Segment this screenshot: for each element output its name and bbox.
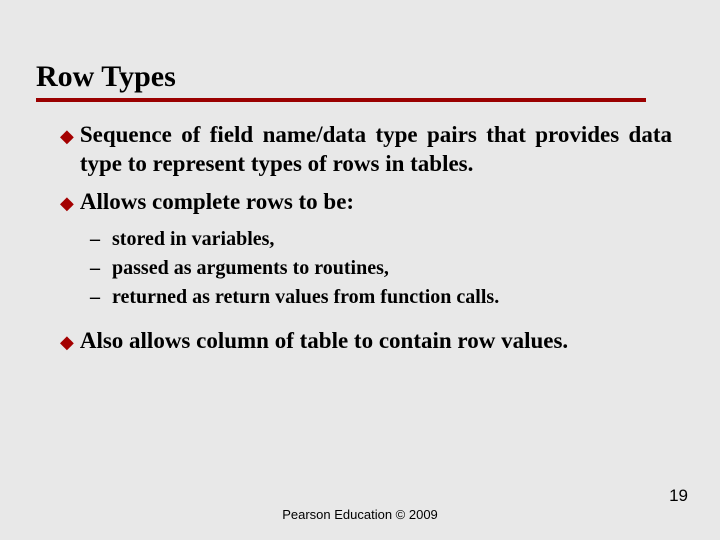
bullet-text: Sequence of field name/data type pairs t… — [80, 120, 672, 179]
content-area: ◆ Sequence of field name/data type pairs… — [60, 120, 672, 356]
bullet-diamond-icon: ◆ — [60, 189, 74, 217]
sub-bullet-item: – stored in variables, — [90, 225, 672, 254]
bullet-rest: allows column of table to contain row va… — [123, 328, 568, 353]
bullet-text: Also allows column of table to contain r… — [80, 326, 568, 355]
footer-text: Pearson Education © 2009 — [0, 507, 720, 522]
header-spacer — [0, 0, 720, 60]
sub-bullet-text: returned as return values from function … — [112, 283, 499, 312]
bullet-rest: complete rows to be: — [146, 189, 354, 214]
dash-icon: – — [90, 254, 112, 283]
sub-bullet-text: stored in variables, — [112, 225, 274, 254]
bullet-diamond-icon: ◆ — [60, 122, 74, 150]
sub-bullet-list: – stored in variables, – passed as argum… — [90, 225, 672, 312]
sub-bullet-item: – returned as return values from functio… — [90, 283, 672, 312]
bullet-lead: Allows — [80, 189, 146, 214]
dash-icon: – — [90, 283, 112, 312]
bullet-lead: Also — [80, 328, 123, 353]
bullet-diamond-icon: ◆ — [60, 328, 74, 356]
bullet-text: Allows complete rows to be: — [80, 187, 354, 216]
page-number: 19 — [669, 486, 688, 506]
slide: Row Types ◆ Sequence of field name/data … — [0, 0, 720, 540]
bullet-item: ◆ Allows complete rows to be: — [60, 187, 672, 217]
bullet-item: ◆ Also allows column of table to contain… — [60, 326, 672, 356]
sub-bullet-text: passed as arguments to routines, — [112, 254, 389, 283]
title-block: Row Types — [36, 60, 684, 102]
slide-title: Row Types — [36, 60, 684, 98]
sub-bullet-item: – passed as arguments to routines, — [90, 254, 672, 283]
dash-icon: – — [90, 225, 112, 254]
bullet-item: ◆ Sequence of field name/data type pairs… — [60, 120, 672, 179]
bullet-lead: Sequence — [80, 122, 172, 147]
title-underline — [36, 98, 646, 102]
